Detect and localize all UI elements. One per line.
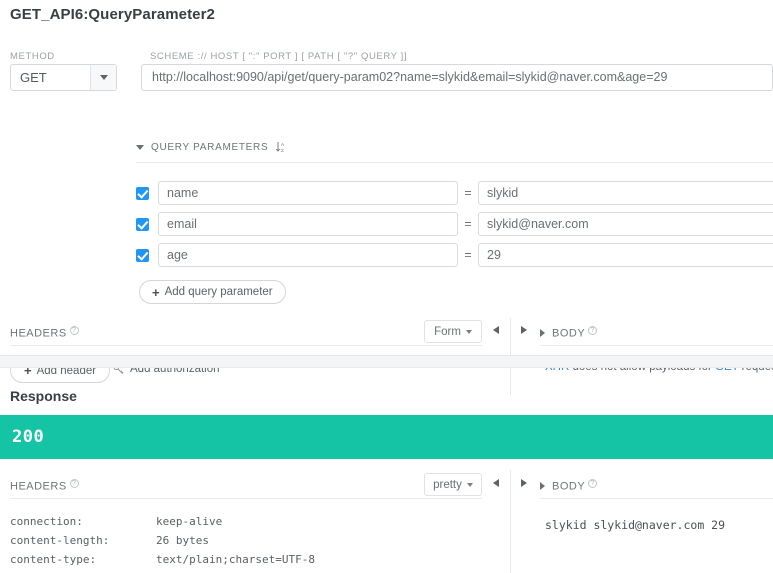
plus-icon: + <box>152 284 160 300</box>
chevron-down-icon <box>466 482 473 487</box>
query-param-checkbox[interactable] <box>136 248 149 262</box>
url-input[interactable]: http://localhost:9090/api/get/query-para… <box>141 64 773 91</box>
equals-sign: = <box>464 186 472 200</box>
method-label: METHOD <box>10 51 55 62</box>
request-body-text: BODY <box>552 327 586 340</box>
panel-nav-right-button[interactable] <box>521 326 527 334</box>
help-icon[interactable]: ? <box>69 326 79 335</box>
response-panel-divider <box>510 470 511 573</box>
api-console-page: GET_API6:QueryParameter2 METHOD GET SCHE… <box>0 0 773 573</box>
method-select[interactable]: GET <box>10 64 117 91</box>
query-param-value-input[interactable]: slykid@naver.com <box>478 212 773 236</box>
help-icon[interactable]: ? <box>69 479 79 488</box>
query-parameters-header[interactable]: QUERY PARAMETERS A Z <box>136 141 287 153</box>
request-body-divider <box>540 345 773 346</box>
query-param-checkbox[interactable] <box>136 217 149 231</box>
query-parameters-divider <box>136 162 773 163</box>
svg-text:A: A <box>281 142 285 147</box>
method-dropdown-arrow[interactable] <box>90 65 116 90</box>
headers-format-value: Form <box>434 325 461 338</box>
section-separator <box>0 355 773 368</box>
response-status-bar: 200 <box>0 415 773 459</box>
header-key: connection: <box>10 515 83 528</box>
query-param-row: email = slykid@naver.com <box>136 212 773 236</box>
table-row: connection: keep-alive <box>10 512 315 531</box>
panel-nav-left-button[interactable] <box>493 326 499 334</box>
response-title: Response <box>10 388 77 404</box>
chevron-down-icon <box>465 329 472 334</box>
collapse-triangle-icon <box>136 144 144 150</box>
response-body-text: BODY <box>552 480 586 493</box>
response-body-content: slykid slykid@naver.com 29 <box>545 518 726 532</box>
query-param-key-input[interactable]: name <box>158 181 458 205</box>
help-icon[interactable]: ? <box>588 479 598 488</box>
query-param-checkbox[interactable] <box>136 186 149 200</box>
arrow-left-icon <box>493 326 499 334</box>
response-format-select[interactable]: pretty <box>424 473 482 496</box>
arrow-right-icon <box>521 479 527 487</box>
equals-sign: = <box>464 217 472 231</box>
request-body-label: BODY? <box>540 326 598 340</box>
equals-sign: = <box>464 248 472 262</box>
query-param-key-input[interactable]: age <box>158 243 458 267</box>
arrow-left-icon <box>493 479 499 487</box>
header-key: content-length: <box>10 534 110 547</box>
response-body-label: BODY? <box>540 479 598 493</box>
response-headers-label: HEADERS? <box>10 479 79 493</box>
table-row: content-length: 26 bytes <box>10 531 315 550</box>
query-parameters-label: QUERY PARAMETERS <box>151 141 269 153</box>
response-nav-right-button[interactable] <box>521 479 527 487</box>
header-key: content-type: <box>10 553 97 566</box>
chevron-down-icon <box>99 75 108 80</box>
response-headers-text: HEADERS <box>10 480 67 493</box>
expand-triangle-icon[interactable] <box>540 328 545 337</box>
response-body-divider <box>540 498 773 499</box>
request-headers-label: HEADERS? <box>10 326 79 340</box>
headers-format-select[interactable]: Form <box>424 320 482 343</box>
header-value: text/plain;charset=UTF-8 <box>156 553 315 566</box>
sort-alpha-icon[interactable]: A Z <box>275 141 287 153</box>
expand-triangle-icon[interactable] <box>540 481 545 490</box>
add-query-parameter-label: Add query parameter <box>164 286 273 298</box>
help-icon[interactable]: ? <box>588 326 598 335</box>
arrow-right-icon <box>521 326 527 334</box>
header-value: 26 bytes <box>156 534 209 547</box>
request-headers-text: HEADERS <box>10 327 67 340</box>
status-code: 200 <box>12 427 45 447</box>
query-param-row: name = slykid <box>136 181 773 205</box>
add-query-parameter-button[interactable]: + Add query parameter <box>139 280 286 304</box>
query-param-value-input[interactable]: slykid <box>478 181 773 205</box>
request-panel: METHOD GET SCHEME :// HOST [ ":" PORT ] … <box>0 40 773 395</box>
method-value: GET <box>20 70 47 85</box>
header-value: keep-alive <box>156 515 223 528</box>
response-headers-divider <box>10 498 482 499</box>
url-label: SCHEME :// HOST [ ":" PORT ] [ PATH [ "?… <box>150 51 408 62</box>
response-format-value: pretty <box>433 478 462 491</box>
response-nav-left-button[interactable] <box>493 479 499 487</box>
page-title: GET_API6:QueryParameter2 <box>10 6 215 23</box>
table-row: content-type: text/plain;charset=UTF-8 <box>10 550 315 569</box>
response-headers-table: connection: keep-alive content-length: 2… <box>10 512 315 569</box>
query-param-row: age = 29 <box>136 243 773 267</box>
request-headers-divider <box>10 345 482 346</box>
query-param-key-input[interactable]: email <box>158 212 458 236</box>
query-param-value-input[interactable]: 29 <box>478 243 773 267</box>
svg-text:Z: Z <box>281 148 284 153</box>
